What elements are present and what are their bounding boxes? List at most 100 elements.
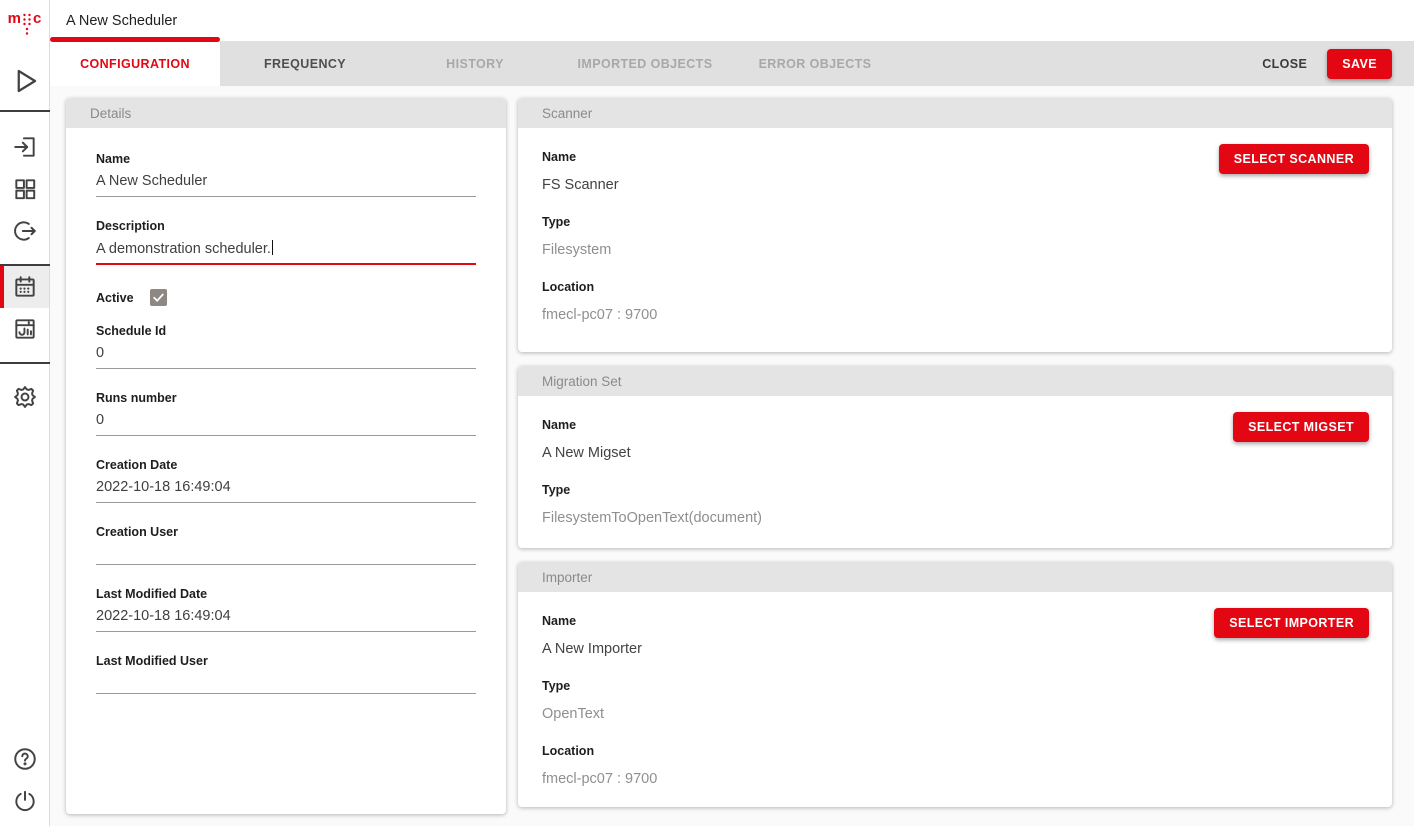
name-label: Name bbox=[96, 152, 476, 166]
scanner-type-value: Filesystem bbox=[542, 242, 1368, 258]
sidebar: m c bbox=[0, 0, 50, 826]
sidebar-item-settings[interactable] bbox=[0, 376, 49, 418]
logo-letter-m: m bbox=[8, 11, 21, 26]
scan-in-icon bbox=[12, 134, 38, 160]
last-modified-date-value: 2022-10-18 16:49:04 bbox=[96, 608, 476, 632]
last-modified-user-label: Last Modified User bbox=[96, 654, 476, 668]
right-column: Scanner SELECT SCANNER Name FS Scanner T… bbox=[518, 98, 1392, 826]
logo-dots-icon bbox=[21, 11, 33, 37]
details-column: Details Name A New Scheduler Description… bbox=[66, 98, 506, 826]
settings-gear-icon bbox=[12, 384, 38, 410]
sidebar-spacer bbox=[0, 418, 49, 742]
active-checkbox[interactable] bbox=[150, 289, 167, 306]
migset-type-row: Type FilesystemToOpenText(document) bbox=[542, 483, 1368, 526]
tab-error-objects[interactable]: ERROR OBJECTS bbox=[730, 41, 900, 86]
details-form: Name A New Scheduler Description A demon… bbox=[66, 128, 506, 694]
select-scanner-button[interactable]: SELECT SCANNER bbox=[1219, 144, 1369, 174]
scanner-card: Scanner SELECT SCANNER Name FS Scanner T… bbox=[518, 98, 1392, 352]
importer-type-value: OpenText bbox=[542, 706, 1368, 722]
tab-bar: CONFIGURATION FREQUENCY HISTORY IMPORTED… bbox=[50, 41, 1414, 86]
description-text: A demonstration scheduler. bbox=[96, 241, 271, 257]
runs-number-label: Runs number bbox=[96, 391, 476, 405]
content-area: Details Name A New Scheduler Description… bbox=[50, 86, 1414, 826]
sidebar-item-migsets[interactable] bbox=[0, 168, 49, 210]
power-icon bbox=[12, 788, 38, 814]
page-header: A New Scheduler bbox=[50, 0, 1414, 41]
scanner-type-row: Type Filesystem bbox=[542, 215, 1368, 258]
text-cursor bbox=[272, 240, 273, 255]
scanner-location-value: fmecl-pc07 : 9700 bbox=[542, 307, 1368, 323]
help-icon bbox=[12, 746, 38, 772]
sidebar-item-export[interactable] bbox=[0, 210, 49, 252]
last-modified-user-field: Last Modified User bbox=[96, 654, 476, 694]
schedule-id-label: Schedule Id bbox=[96, 324, 476, 338]
active-field: Active bbox=[96, 289, 476, 306]
scanner-type-label: Type bbox=[542, 215, 1368, 229]
importer-type-label: Type bbox=[542, 679, 1368, 693]
importer-card-header: Importer bbox=[518, 562, 1392, 592]
sidebar-divider bbox=[0, 362, 50, 364]
importer-type-row: Type OpenText bbox=[542, 679, 1368, 722]
app-logo: m c bbox=[0, 0, 49, 42]
main-area: A New Scheduler CONFIGURATION FREQUENCY … bbox=[50, 0, 1414, 826]
migset-type-value: FilesystemToOpenText(document) bbox=[542, 510, 1368, 526]
scanner-location-label: Location bbox=[542, 280, 1368, 294]
migration-center-logo-icon: m c bbox=[8, 11, 42, 37]
sidebar-item-help[interactable] bbox=[0, 742, 49, 784]
importer-location-label: Location bbox=[542, 744, 1368, 758]
details-card: Details Name A New Scheduler Description… bbox=[66, 98, 506, 814]
creation-date-label: Creation Date bbox=[96, 458, 476, 472]
details-card-header: Details bbox=[66, 98, 506, 128]
sidebar-item-jobserver[interactable] bbox=[0, 308, 49, 350]
tab-history[interactable]: HISTORY bbox=[390, 41, 560, 86]
last-modified-date-label: Last Modified Date bbox=[96, 587, 476, 601]
sidebar-item-scheduler[interactable] bbox=[0, 266, 49, 308]
runs-number-value: 0 bbox=[96, 412, 476, 436]
importer-location-row: Location fmecl-pc07 : 9700 bbox=[542, 744, 1368, 787]
migration-set-card-header: Migration Set bbox=[518, 366, 1392, 396]
migset-name-value: A New Migset bbox=[542, 445, 1368, 461]
description-field: Description A demonstration scheduler. bbox=[96, 219, 476, 265]
scanner-name-value: FS Scanner bbox=[542, 177, 1368, 193]
runs-number-field: Runs number 0 bbox=[96, 391, 476, 436]
app-window: m c bbox=[0, 0, 1414, 826]
save-button[interactable]: SAVE bbox=[1327, 49, 1392, 79]
importer-card: Importer SELECT IMPORTER Name A New Impo… bbox=[518, 562, 1392, 807]
select-migset-button[interactable]: SELECT MIGSET bbox=[1233, 412, 1369, 442]
name-input[interactable]: A New Scheduler bbox=[96, 173, 476, 197]
sidebar-item-run[interactable] bbox=[0, 58, 49, 104]
logo-letter-c: c bbox=[33, 11, 41, 26]
scheduler-calendar-icon bbox=[12, 274, 38, 300]
sidebar-item-logout[interactable] bbox=[0, 784, 49, 826]
scanner-card-header: Scanner bbox=[518, 98, 1392, 128]
importer-name-value: A New Importer bbox=[542, 641, 1368, 657]
creation-user-label: Creation User bbox=[96, 525, 476, 539]
description-label: Description bbox=[96, 219, 476, 233]
export-icon bbox=[12, 218, 38, 244]
run-play-icon bbox=[10, 66, 40, 96]
jobserver-dashboard-icon bbox=[12, 316, 38, 342]
page-title: A New Scheduler bbox=[66, 13, 177, 29]
active-label: Active bbox=[96, 291, 134, 305]
migset-type-label: Type bbox=[542, 483, 1368, 497]
close-button[interactable]: CLOSE bbox=[1262, 57, 1307, 71]
last-modified-user-value bbox=[96, 675, 476, 694]
sidebar-divider bbox=[0, 110, 50, 112]
migsets-grid-icon bbox=[12, 176, 38, 202]
checkmark-icon bbox=[152, 291, 165, 304]
tab-configuration[interactable]: CONFIGURATION bbox=[50, 37, 220, 86]
tab-frequency[interactable]: FREQUENCY bbox=[220, 41, 390, 86]
creation-date-field: Creation Date 2022-10-18 16:49:04 bbox=[96, 458, 476, 503]
tab-actions: CLOSE SAVE bbox=[1262, 41, 1414, 86]
select-importer-button[interactable]: SELECT IMPORTER bbox=[1214, 608, 1369, 638]
name-field: Name A New Scheduler bbox=[96, 152, 476, 197]
sidebar-item-scan[interactable] bbox=[0, 126, 49, 168]
creation-date-value: 2022-10-18 16:49:04 bbox=[96, 479, 476, 503]
migration-set-card: Migration Set SELECT MIGSET Name A New M… bbox=[518, 366, 1392, 548]
description-input[interactable]: A demonstration scheduler. bbox=[96, 240, 476, 265]
last-modified-date-field: Last Modified Date 2022-10-18 16:49:04 bbox=[96, 587, 476, 632]
tab-imported-objects[interactable]: IMPORTED OBJECTS bbox=[560, 41, 730, 86]
creation-user-value bbox=[96, 546, 476, 565]
schedule-id-value: 0 bbox=[96, 345, 476, 369]
schedule-id-field: Schedule Id 0 bbox=[96, 324, 476, 369]
